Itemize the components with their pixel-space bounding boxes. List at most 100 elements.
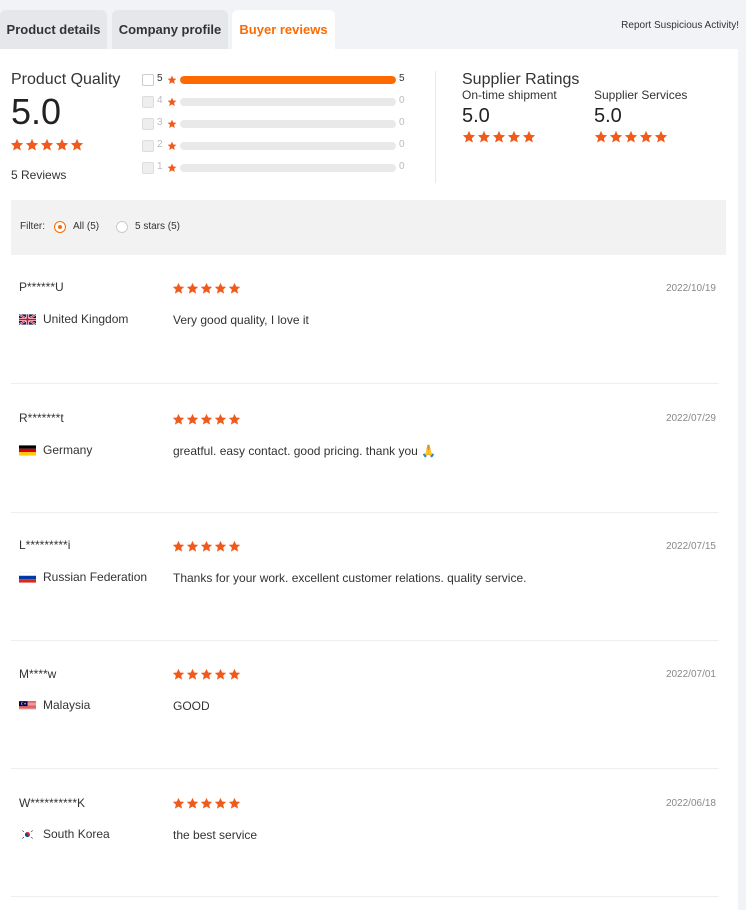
tab-product-details[interactable]: Product details	[0, 10, 107, 49]
rating-label: Supplier Services	[594, 88, 688, 102]
reviews-panel: Product Quality 5.0 5 Reviews 5 5 4 0 3 …	[0, 49, 738, 910]
star-icon	[172, 668, 185, 680]
checkbox-2-stars[interactable]	[142, 140, 154, 152]
star-icon	[214, 413, 227, 425]
review-text: Very good quality, I love it	[173, 313, 309, 327]
review-date: 2022/07/01	[665, 669, 716, 680]
divider	[435, 71, 436, 183]
filter-all-label[interactable]: All (5)	[73, 221, 99, 232]
dist-bar-track	[180, 98, 396, 106]
filter-5-stars-label[interactable]: 5 stars (5)	[135, 221, 180, 232]
star-icon	[522, 130, 536, 143]
star-icon	[186, 540, 199, 552]
star-icon	[25, 138, 39, 151]
star-icon	[214, 540, 227, 552]
star-icon	[228, 282, 241, 294]
star-icon	[186, 797, 199, 809]
star-icon	[214, 668, 227, 680]
review-text: the best service	[173, 828, 258, 842]
star-icon	[172, 413, 185, 425]
star-icon	[477, 130, 491, 143]
star-icon	[186, 413, 199, 425]
star-icon	[172, 282, 185, 294]
star-icon	[214, 797, 227, 809]
star-icon	[40, 138, 54, 151]
malaysia-flag-icon	[19, 700, 36, 710]
checkbox-4-stars[interactable]	[142, 96, 154, 108]
dist-star-label: 4	[157, 95, 163, 106]
star-icon	[214, 282, 227, 294]
dist-count: 0	[399, 95, 405, 106]
country-name: Russian Federation	[43, 570, 148, 584]
dist-star-label: 1	[157, 161, 163, 172]
checkbox-5-stars[interactable]	[142, 74, 154, 86]
star-icon	[172, 797, 185, 809]
star-icon	[200, 413, 213, 425]
review-text: GOOD	[173, 699, 210, 713]
country-name: Germany	[43, 443, 93, 457]
dist-count: 0	[399, 117, 405, 128]
rating-label: On-time shipment	[462, 88, 557, 102]
review-stars	[172, 797, 241, 810]
dist-bar-fill	[180, 76, 396, 84]
star-icon	[167, 163, 177, 172]
checkbox-3-stars[interactable]	[142, 118, 154, 130]
tab-company-profile[interactable]: Company profile	[112, 10, 228, 49]
filter-all-radio[interactable]	[54, 221, 66, 233]
star-icon	[594, 130, 608, 143]
dist-star-label: 3	[157, 117, 163, 128]
star-icon	[200, 797, 213, 809]
report-suspicious-link[interactable]: Report Suspicious Activity!	[621, 20, 739, 31]
star-icon	[70, 138, 84, 151]
review-date: 2022/07/15	[665, 541, 716, 552]
review-stars	[172, 668, 241, 681]
rating-score: 5.0	[594, 105, 622, 127]
review-stars	[172, 413, 241, 426]
review-date: 2022/10/19	[665, 283, 716, 294]
review-stars	[172, 540, 241, 553]
tab-buyer-reviews[interactable]: Buyer reviews	[232, 10, 335, 49]
star-icon	[654, 130, 668, 143]
star-icon	[172, 540, 185, 552]
review-date: 2022/07/29	[665, 413, 716, 424]
star-icon	[200, 540, 213, 552]
distribution-row-2[interactable]: 2 0	[142, 139, 412, 153]
reviewer-country: United Kingdom	[19, 312, 128, 326]
germany-flag-icon	[19, 444, 36, 456]
checkbox-1-star[interactable]	[142, 162, 154, 174]
uk-flag-icon	[19, 313, 36, 325]
rating-stars	[594, 130, 687, 144]
tab-bar: Product details Company profile Buyer re…	[0, 0, 746, 49]
star-icon	[462, 130, 476, 143]
distribution-row-5[interactable]: 5 5	[142, 73, 412, 87]
review-date: 2022/06/18	[665, 798, 716, 809]
distribution-row-1[interactable]: 1 0	[142, 161, 412, 175]
filter-label: Filter:	[20, 221, 45, 232]
star-icon	[609, 130, 623, 143]
distribution-row-4[interactable]: 4 0	[142, 95, 412, 109]
reviewer-name: L*********i	[19, 538, 71, 552]
dist-star-label: 2	[157, 139, 163, 150]
star-icon	[167, 119, 177, 128]
product-quality-stars	[10, 138, 84, 152]
dist-bar-track	[180, 120, 396, 128]
dist-count: 5	[399, 73, 405, 84]
product-quality-score: 5.0	[11, 91, 62, 132]
star-icon	[228, 540, 241, 552]
dist-count: 0	[399, 161, 405, 172]
on-time-shipment-rating: On-time shipment 5.0	[462, 88, 557, 144]
south-korea-flag-icon	[19, 828, 36, 840]
star-icon	[167, 75, 177, 84]
country-name: Malaysia	[43, 698, 91, 712]
reviewer-country: Germany	[19, 443, 92, 457]
distribution-row-3[interactable]: 3 0	[142, 117, 412, 131]
star-icon	[10, 138, 24, 151]
reviews-count: 5 Reviews	[11, 168, 67, 182]
dist-star-label: 5	[157, 73, 163, 84]
filter-5-stars-radio[interactable]	[116, 221, 128, 233]
reviewer-name: R*******t	[19, 411, 64, 425]
reviewer-country: South Korea	[19, 827, 110, 841]
reviewer-name: W**********K	[19, 796, 86, 810]
country-name: South Korea	[43, 827, 110, 841]
star-icon	[228, 668, 241, 680]
